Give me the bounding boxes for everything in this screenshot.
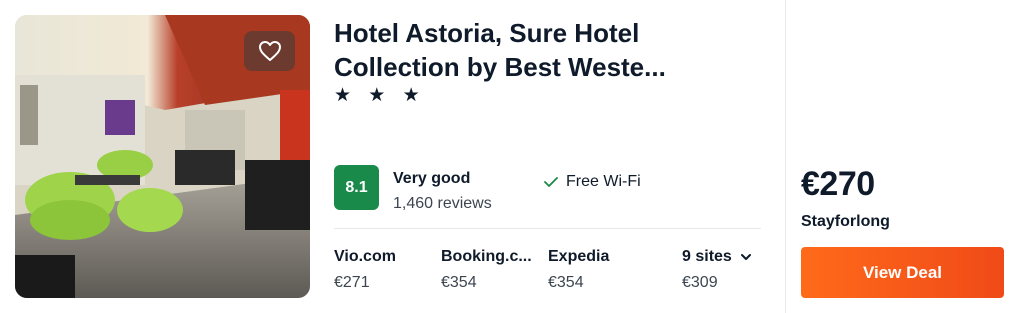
more-sites-dropdown[interactable]: 9 sites €309 bbox=[682, 248, 752, 292]
site-price-expedia[interactable]: Expedia €354 bbox=[548, 248, 609, 292]
site-price: €354 bbox=[548, 274, 584, 291]
chevron-down-icon bbox=[740, 254, 751, 260]
more-sites-text: 9 sites bbox=[682, 248, 732, 265]
view-deal-button[interactable]: View Deal bbox=[801, 247, 1004, 298]
favorite-button[interactable] bbox=[244, 31, 295, 71]
best-price: €270 bbox=[801, 165, 875, 203]
checkmark-icon bbox=[544, 177, 558, 187]
star-rating: ★ ★ ★ bbox=[334, 85, 426, 106]
amenity-label: Free Wi-Fi bbox=[566, 173, 641, 190]
site-price: €354 bbox=[441, 274, 477, 291]
deal-provider: Stayforlong bbox=[801, 213, 890, 230]
rating-label: Very good bbox=[393, 170, 471, 187]
more-sites-label: 9 sites bbox=[682, 248, 752, 266]
site-price: €309 bbox=[682, 274, 718, 291]
heart-outline-icon bbox=[258, 41, 281, 61]
amenity-item: Free Wi-Fi bbox=[544, 173, 641, 191]
column-divider bbox=[785, 0, 786, 313]
rating-score-badge: 8.1 bbox=[334, 165, 379, 210]
divider bbox=[334, 228, 761, 229]
site-name: Booking.c... bbox=[441, 248, 532, 265]
site-price-vio[interactable]: Vio.com €271 bbox=[334, 248, 396, 292]
site-name: Vio.com bbox=[334, 248, 396, 265]
site-name: Expedia bbox=[548, 248, 610, 265]
hotel-name[interactable]: Hotel Astoria, Sure Hotel Collection by … bbox=[334, 16, 754, 84]
review-count[interactable]: 1,460 reviews bbox=[393, 195, 492, 213]
site-price: €271 bbox=[334, 274, 370, 291]
hotel-result-card: Hotel Astoria, Sure Hotel Collection by … bbox=[0, 0, 1024, 313]
site-price-booking[interactable]: Booking.c... €354 bbox=[441, 248, 532, 292]
